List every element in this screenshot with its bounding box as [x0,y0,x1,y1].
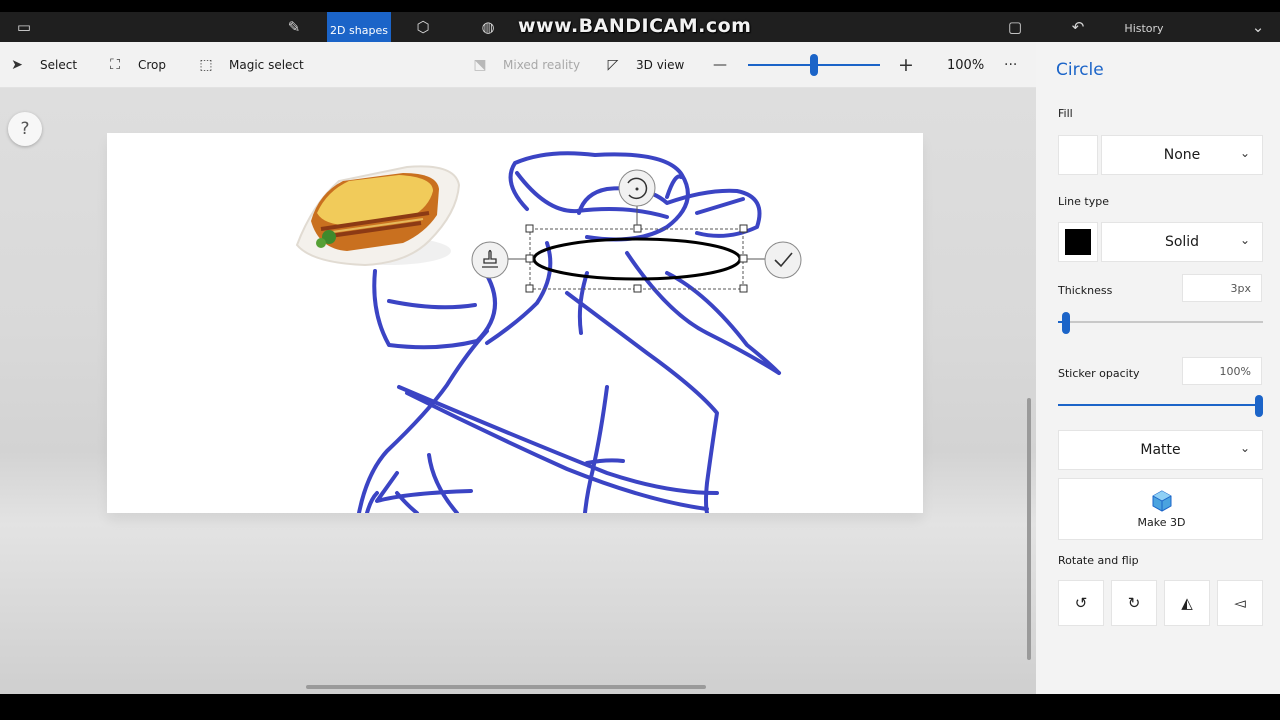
mixed-reality-button[interactable]: ⬔ Mixed reality [471,42,580,88]
zoom-slider-thumb[interactable] [810,54,818,76]
flip-horizontal-icon: ◅ [1234,594,1246,612]
rotate-right-icon: ↻ [1127,594,1141,612]
stickers-icon[interactable]: ◍ [468,12,508,42]
select-button[interactable]: ➤ Select [8,42,77,88]
cube-icon [1152,490,1172,512]
vertical-scrollbar[interactable] [1027,398,1031,660]
select-label: Select [40,58,78,72]
line-color-swatch[interactable] [1058,222,1098,262]
confirm-check-icon[interactable] [764,241,802,279]
mixed-reality-label: Mixed reality [503,58,581,72]
3d-view-label: 3D view [636,58,685,72]
chevron-down-icon: ⌄ [1239,441,1250,455]
rotate-right-button[interactable]: ↻ [1111,580,1157,626]
stamp-icon[interactable] [471,241,509,279]
undo-icon[interactable]: ↶ [1058,12,1098,42]
cursor-arrow-icon: ➤ [11,57,23,73]
more-options-button[interactable]: ··· [1004,42,1017,88]
history-button[interactable]: History [1118,12,1170,42]
rotate-handle-icon[interactable] [618,169,656,207]
menu-icon[interactable]: ▭ [4,12,44,42]
drawing-canvas[interactable] [107,133,923,513]
magic-select-button[interactable]: ⬚ Magic select [197,42,304,88]
line-type-label: Line type [1058,195,1109,208]
opacity-slider-fill [1058,404,1255,406]
fill-color-swatch[interactable] [1058,135,1098,175]
zoom-in-button[interactable]: + [898,42,914,88]
thickness-slider-thumb[interactable] [1061,312,1070,334]
tab-2d-shapes-label: 2D shapes [330,24,388,37]
thickness-input[interactable]: 3px [1182,274,1262,302]
make-3d-label: Make 3D [1137,516,1186,529]
line-type-dropdown[interactable]: Solid ⌄ [1101,222,1263,262]
history-label: History [1124,22,1164,35]
crop-label: Crop [138,58,167,72]
zoom-slider[interactable] [748,42,880,88]
flip-vertical-button[interactable]: ◭ [1164,580,1210,626]
expand-chevron-icon[interactable]: ⌄ [1238,12,1278,42]
magic-select-icon: ⬚ [199,57,213,73]
sticker-opacity-input[interactable]: 100% [1182,357,1262,385]
opacity-slider-thumb[interactable] [1255,395,1263,417]
brushes-icon[interactable]: ✎ [274,12,314,42]
zoom-level: 100% [947,57,985,73]
help-button[interactable]: ? [8,112,42,146]
sticker-opacity-slider[interactable] [1058,395,1263,417]
chevron-down-icon: ⌄ [1239,146,1250,160]
3d-view-button[interactable]: ◸ 3D view [604,42,685,88]
crop-button[interactable]: ⛶ Crop [106,42,166,88]
rotate-flip-label: Rotate and flip [1058,554,1139,567]
thickness-slider[interactable] [1058,312,1263,334]
rotate-left-button[interactable]: ↺ [1058,580,1104,626]
canvas-workspace: ? [0,88,1036,694]
line-type-dropdown-value: Solid [1164,234,1200,250]
fill-dropdown[interactable]: None ⌄ [1101,135,1263,175]
zoom-out-button[interactable]: — [713,42,727,88]
paint-3d-window: ▭ ✎ 2D shapes ⬡ ◍ ▢ ↶ History ⌄ www.BAND… [0,0,1280,720]
finish-dropdown-value: Matte [1140,442,1181,458]
fill-label: Fill [1058,107,1073,120]
recording-watermark: www.BANDICAM.com [518,15,752,37]
tab-2d-shapes[interactable]: 2D shapes [327,12,391,42]
sticker-opacity-label: Sticker opacity [1058,367,1140,380]
chevron-down-icon: ⌄ [1239,233,1250,247]
horizontal-scrollbar[interactable] [306,685,706,689]
finish-dropdown[interactable]: Matte ⌄ [1058,430,1263,470]
tool-bar: ➤ Select ⛶ Crop ⬚ Magic select ⬔ Mixed r… [0,42,1036,88]
flip-vertical-icon: ◭ [1181,594,1193,612]
lasagna-sticker[interactable] [295,165,461,267]
panel-title: Circle [1056,60,1104,80]
mixed-reality-icon: ⬔ [473,57,487,73]
crop-icon: ⛶ [110,57,120,73]
thickness-label: Thickness [1058,284,1113,297]
magic-select-label: Magic select [229,58,304,72]
3d-shapes-icon[interactable]: ⬡ [403,12,443,42]
rotate-left-icon: ↺ [1074,594,1088,612]
canvas-drawing [295,151,802,513]
thickness-slider-rail [1058,321,1263,323]
3d-view-icon: ◸ [607,57,619,73]
paste-icon[interactable]: ▢ [995,12,1035,42]
flip-horizontal-button[interactable]: ◅ [1217,580,1263,626]
make-3d-button[interactable]: Make 3D [1058,478,1263,540]
properties-panel: Circle Fill None ⌄ Line type Solid ⌄ Thi… [1036,42,1280,694]
fill-dropdown-value: None [1163,147,1201,163]
